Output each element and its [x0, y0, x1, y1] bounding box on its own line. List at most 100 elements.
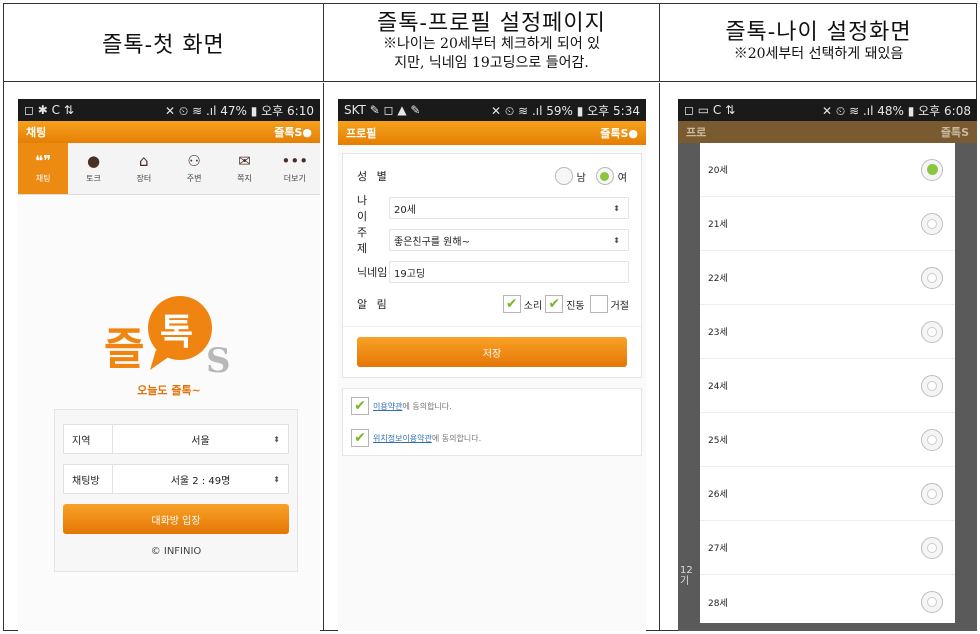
save-area: 저장	[343, 326, 641, 371]
radio-icon[interactable]	[921, 320, 943, 343]
tab-talk[interactable]: ● 토크	[68, 143, 118, 194]
age-option[interactable]: 25세	[700, 413, 955, 467]
app-bar-title: 프로필	[346, 127, 377, 140]
check-icon: ✔	[354, 430, 366, 446]
header-title-3: 즐톡-나이 설정화면	[725, 20, 912, 45]
radio-empty-dot	[927, 542, 937, 553]
background-text: 12 기	[680, 565, 693, 587]
age-label: 나 이	[357, 194, 371, 223]
header-note-2b: 지만, 닉네임 19고딩으로 들어감.	[394, 54, 589, 71]
save-button[interactable]: 저장	[357, 337, 627, 367]
age-value: 20세	[394, 204, 416, 216]
radio-icon[interactable]	[921, 536, 943, 559]
terms-link[interactable]: 이용약관	[373, 401, 402, 412]
age-option-label: 26세	[708, 490, 728, 500]
age-option-label: 21세	[708, 220, 728, 230]
radio-empty-dot	[927, 488, 937, 499]
nickname-value: 19고딩	[394, 268, 426, 280]
radio-icon[interactable]	[921, 266, 943, 289]
radio-icon[interactable]	[921, 482, 943, 505]
tab-chat[interactable]: ❝❞ 채팅	[18, 143, 69, 194]
gender-male-radio[interactable]	[554, 167, 573, 185]
status-bar: ◻ ▭ C ⇅ ✕ ⏲ ≋ .ıl 48% ▮ 오후 6:08	[678, 99, 977, 121]
phone-screen-2: SKT ✎ ◻ ▲ ✎ ✕ ⏲ ≋ .ıl 59% ▮ 오후 5:34 프로필 …	[338, 99, 646, 631]
age-option[interactable]: 22세	[700, 251, 955, 305]
alarm-row: 알 림 ✔ 소리 ✔ 진동 거절	[343, 288, 641, 320]
envelope-icon: ✉	[238, 152, 251, 170]
tab-nearby[interactable]: ⚇ 주변	[169, 143, 219, 194]
tab-nearby-label: 주변	[186, 174, 202, 183]
topic-value: 좋은친구를 원해~	[394, 236, 470, 248]
radio-icon[interactable]	[921, 374, 943, 397]
age-picker-dialog: 20세 21세 22세 23세 24세 25세 26세 27세 28세	[700, 143, 955, 623]
room-select[interactable]: 채팅방 서울 2 : 49명 ⬍	[63, 464, 289, 494]
age-option-label: 25세	[708, 436, 728, 446]
logo-s-mark: S	[206, 341, 231, 381]
status-left: ◻ ▭ C ⇅	[684, 103, 736, 117]
topic-select[interactable]: 좋은친구를 원해~ ⬍	[389, 229, 629, 251]
select-arrow-icon: ⬍	[613, 203, 620, 213]
age-option[interactable]: 24세	[700, 359, 955, 413]
radio-icon[interactable]	[921, 428, 943, 451]
nickname-label: 닉네임	[357, 266, 388, 279]
comparison-table: 즐톡-첫 화면 즐톡-프로필 설정페이지 ※나이는 20세부터 체크하게 되어 …	[3, 3, 977, 631]
nickname-input[interactable]: 19고딩	[389, 261, 629, 283]
topic-row: 주 제 좋은친구를 원해~ ⬍	[343, 224, 641, 256]
age-option[interactable]: 21세	[700, 197, 955, 251]
alarm-reject-checkbox[interactable]	[589, 295, 608, 313]
alarm-reject-label: 거절	[610, 300, 629, 312]
gender-row: 성 별 남 여	[343, 160, 641, 192]
status-right: ✕ ⏲ ≋ .ıl 47% ▮ 오후 6:10	[165, 103, 314, 118]
radio-icon[interactable]	[921, 158, 943, 181]
age-option[interactable]: 28세	[700, 575, 955, 629]
gender-female-radio[interactable]	[595, 167, 614, 185]
nickname-row: 닉네임 19고딩	[343, 256, 641, 288]
age-option[interactable]: 23세	[700, 305, 955, 359]
age-select[interactable]: 20세 ⬍	[389, 197, 629, 219]
age-option[interactable]: 27세	[700, 521, 955, 575]
phone-screen-3: ◻ ▭ C ⇅ ✕ ⏲ ≋ .ıl 48% ▮ 오후 6:08 프로 즐톡S 1…	[678, 99, 977, 631]
tab-market[interactable]: ⌂ 장터	[119, 143, 169, 194]
age-option[interactable]: 20세	[700, 143, 955, 197]
select-arrow-icon: ⬍	[273, 474, 280, 484]
alarm-vibe-label: 진동	[566, 300, 585, 312]
location-checkbox[interactable]: ✔	[351, 429, 369, 447]
tab-chat-label: 채팅	[35, 174, 51, 183]
tab-more[interactable]: ••• 더보기	[270, 143, 320, 194]
gender-male-label: 남	[576, 172, 586, 184]
agree-terms[interactable]: ✔ 이용약관 에 동의합니다.	[351, 397, 633, 415]
column-profile: SKT ✎ ◻ ▲ ✎ ✕ ⏲ ≋ .ıl 59% ▮ 오후 5:34 프로필 …	[324, 83, 660, 631]
radio-empty-dot	[927, 597, 937, 607]
radio-icon[interactable]	[921, 591, 943, 613]
age-option[interactable]: 26세	[700, 467, 955, 521]
check-icon: ✔	[354, 398, 366, 414]
agree-location[interactable]: ✔ 위치정보이용약관 에 동의합니다.	[351, 429, 633, 447]
location-terms-link[interactable]: 위치정보이용약관	[373, 433, 432, 444]
enter-room-button[interactable]: 대화방 입장	[63, 504, 289, 534]
age-row: 나 이 20세 ⬍	[343, 192, 641, 224]
tab-message-label: 쪽지	[237, 174, 252, 183]
terms-checkbox[interactable]: ✔	[351, 397, 369, 415]
alarm-sound-checkbox[interactable]: ✔	[502, 295, 521, 313]
header-title-2: 즐톡-프로필 설정페이지	[377, 10, 606, 36]
header-col2: 즐톡-프로필 설정페이지 ※나이는 20세부터 체크하게 되어 있 지만, 닉네…	[324, 4, 660, 82]
header-note-3: ※20세부터 선택하게 돼있음	[733, 46, 904, 62]
header-col3: 즐톡-나이 설정화면 ※20세부터 선택하게 돼있음	[660, 4, 977, 82]
status-right: ✕ ⏲ ≋ .ıl 48% ▮ 오후 6:08	[822, 103, 971, 118]
chat-bubbles-icon: ❝❞	[35, 152, 52, 170]
tab-market-label: 장터	[136, 174, 152, 183]
radio-icon[interactable]	[921, 212, 943, 235]
alarm-vibe-checkbox[interactable]: ✔	[545, 295, 564, 313]
radio-empty-dot	[927, 380, 937, 391]
gender-female-label: 여	[617, 172, 627, 184]
brand-label: 즐톡S●	[600, 127, 638, 140]
region-select[interactable]: 지역 서울 ⬍	[63, 424, 289, 454]
phone-screen-1: ◻ ✱ C ⇅ ✕ ⏲ ≋ .ıl 47% ▮ 오후 6:10 채팅 즐톡S ● …	[18, 99, 320, 631]
entry-card: 지역 서울 ⬍ 채팅방 서울 2 : 49명 ⬍ 대화방 입장 © INFINIO	[54, 409, 298, 572]
status-right: ✕ ⏲ ≋ .ıl 59% ▮ 오후 5:34	[491, 103, 640, 118]
app-bar-title: 채팅	[26, 126, 47, 139]
tab-message[interactable]: ✉ 쪽지	[219, 143, 269, 194]
status-bar: SKT ✎ ◻ ▲ ✎ ✕ ⏲ ≋ .ıl 59% ▮ 오후 5:34	[338, 99, 646, 121]
radio-empty-dot	[927, 272, 937, 283]
radio-empty-dot	[927, 218, 937, 229]
